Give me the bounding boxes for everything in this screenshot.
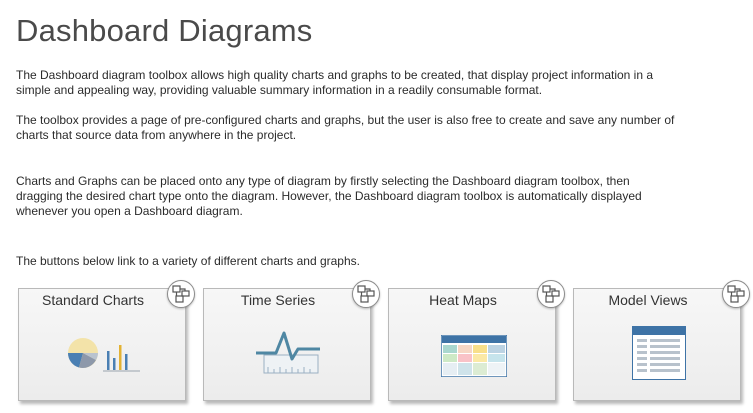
model-views-button[interactable]: Model Views — [573, 280, 750, 401]
model-views-label: Model Views — [608, 292, 688, 308]
diagram-link-icon[interactable] — [537, 280, 565, 308]
toolbox-paragraph: The toolbox provides a page of pre-confi… — [16, 113, 675, 142]
heat-maps-button[interactable]: Heat Maps — [388, 280, 565, 401]
time-series-label: Time Series — [240, 292, 316, 308]
standard-charts-icon — [67, 338, 140, 372]
diagram-link-icon[interactable] — [352, 280, 380, 308]
model-views-icon — [632, 326, 686, 380]
time-series-icon — [256, 331, 320, 374]
heat-map-icon — [441, 335, 507, 377]
placement-paragraph: Charts and Graphs can be placed onto any… — [16, 174, 642, 218]
heat-maps-label: Heat Maps — [429, 292, 497, 308]
diagram-link-icon[interactable] — [722, 280, 750, 308]
buttons-intro-paragraph: The buttons below link to a variety of d… — [16, 254, 360, 268]
standard-charts-label: Standard Charts — [42, 292, 144, 308]
time-series-button[interactable]: Time Series — [203, 280, 380, 401]
intro-paragraph: The Dashboard diagram toolbox allows hig… — [16, 68, 654, 97]
diagram-link-icon[interactable] — [167, 280, 195, 308]
standard-charts-button[interactable]: Standard Charts — [18, 280, 195, 401]
page-title: Dashboard Diagrams — [16, 13, 313, 48]
